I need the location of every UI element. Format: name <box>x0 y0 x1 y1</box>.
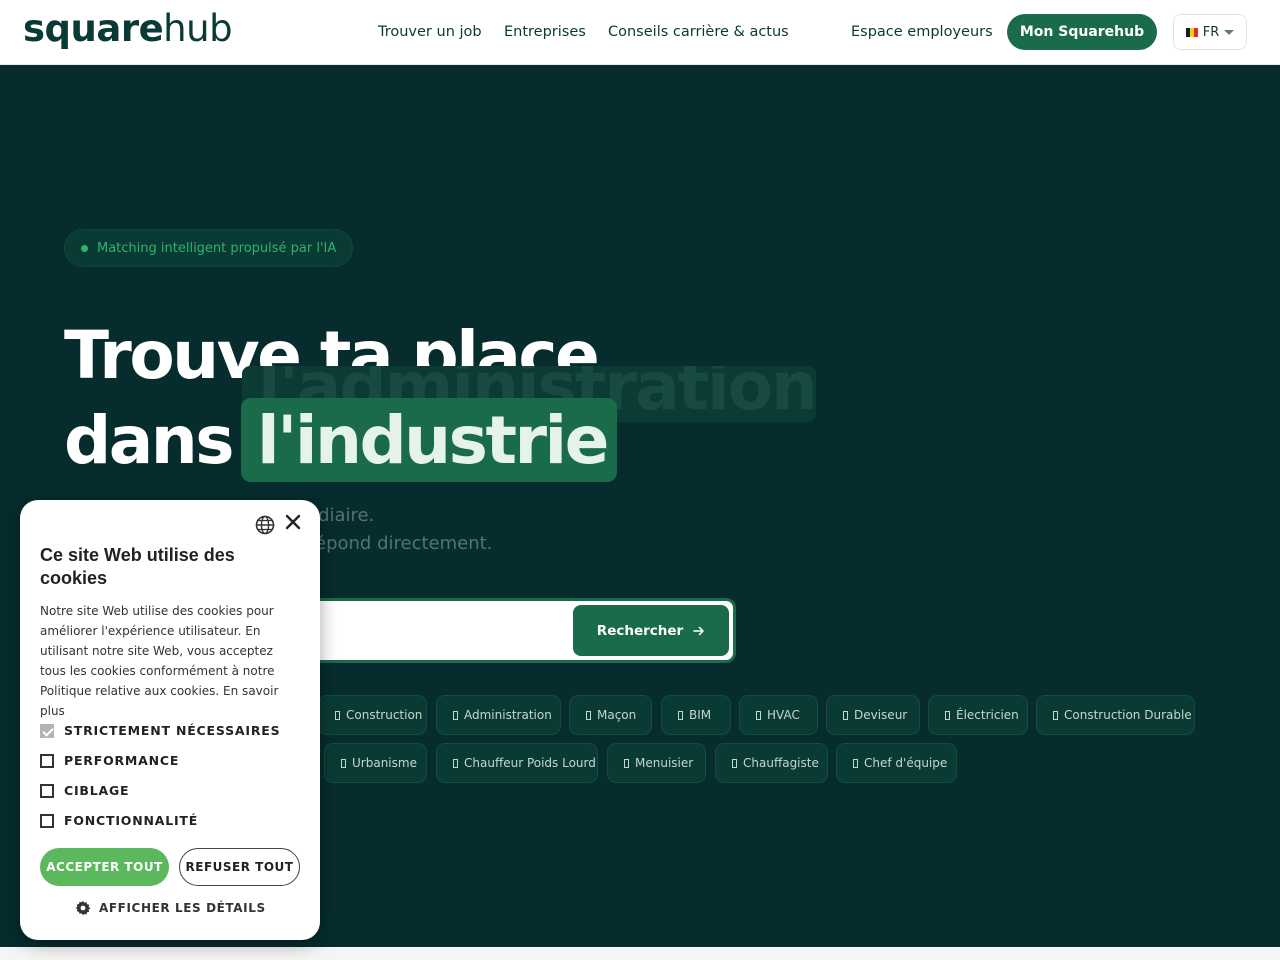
cookie-option-targeting[interactable]: CIBLAGE <box>40 783 129 798</box>
language-selector[interactable]: FR <box>1173 14 1247 50</box>
chevron-down-icon <box>1224 29 1235 35</box>
category-icon <box>586 710 591 720</box>
category-icon <box>453 758 458 768</box>
category-icon <box>732 758 737 768</box>
category-icon <box>1053 710 1058 720</box>
mon-squarehub-button[interactable]: Mon Squarehub <box>1007 14 1157 50</box>
cookie-description: Notre site Web utilise des cookies pour … <box>40 604 279 718</box>
language-label: FR <box>1202 24 1220 40</box>
chip-label: Construction <box>346 708 423 722</box>
cookie-title: Ce site Web utilise des cookies <box>40 545 235 588</box>
chip-label: Maçon <box>597 708 637 722</box>
category-icon <box>453 710 458 720</box>
chip-label: Construction Durable <box>1064 708 1192 722</box>
functionality-checkbox[interactable] <box>40 813 54 828</box>
chip-label: HVAC <box>767 708 800 722</box>
cookie-option-label: STRICTEMENT NÉCESSAIRES <box>64 723 281 738</box>
category-icon <box>756 710 761 720</box>
category-icon <box>341 758 346 768</box>
arrow-right-icon <box>693 626 704 635</box>
accept-all-button[interactable]: ACCEPTER TOUT <box>40 848 169 886</box>
chip-label: Chauffeur Poids Lourd <box>464 756 596 770</box>
targeting-checkbox[interactable] <box>40 783 54 798</box>
cookie-option-strictly-necessary[interactable]: STRICTEMENT NÉCESSAIRES <box>40 723 280 738</box>
show-details-link[interactable]: AFFICHER LES DÉTAILS <box>75 900 266 916</box>
ai-matching-badge: Matching intelligent propulsé par l'IA <box>64 229 354 267</box>
cookie-option-label: FONCTIONNALITÉ <box>64 813 199 828</box>
chip-menuisier[interactable]: Menuisier <box>607 743 706 783</box>
cookie-option-functionality[interactable]: FONCTIONNALITÉ <box>40 813 198 828</box>
cookie-option-label: PERFORMANCE <box>64 753 180 768</box>
close-icon[interactable] <box>284 513 302 531</box>
chip-label: Deviseur <box>854 708 908 722</box>
gear-icon <box>75 900 91 916</box>
category-icon <box>843 710 848 720</box>
chip-label: Menuisier <box>635 756 694 770</box>
category-icon <box>624 758 629 768</box>
chip-urbanisme[interactable]: Urbanisme <box>324 743 427 783</box>
nav-conseils-carriere[interactable]: Conseils carrière & actus <box>608 22 789 42</box>
logo-text-light: hub <box>163 7 233 50</box>
cookie-option-performance[interactable]: PERFORMANCE <box>40 753 179 768</box>
show-details-label: AFFICHER LES DÉTAILS <box>99 901 266 915</box>
cookie-consent-dialog: Ce site Web utilise des cookies Notre si… <box>20 500 320 940</box>
chip-construction[interactable]: Construction <box>318 695 427 735</box>
refuse-all-button[interactable]: REFUSER TOUT <box>179 848 300 886</box>
chip-chauffeur-poids-lourd[interactable]: Chauffeur Poids Lourd <box>436 743 598 783</box>
search-button[interactable]: Rechercher <box>573 605 729 656</box>
chip-bim[interactable]: BIM <box>661 695 731 735</box>
status-dot-icon <box>81 244 88 252</box>
chip-label: Chauffagiste <box>743 756 819 770</box>
logo-text-bold: square <box>23 7 164 50</box>
chip-label: BIM <box>689 708 712 722</box>
nav-espace-employeurs[interactable]: Espace employeurs <box>851 22 993 42</box>
chip-electricien[interactable]: Électricien <box>928 695 1028 735</box>
strictly-necessary-checkbox[interactable] <box>40 723 54 738</box>
category-icon <box>945 710 950 720</box>
category-icon <box>335 710 340 720</box>
flag-be-icon <box>1185 27 1198 37</box>
chip-label: Chef d'équipe <box>864 756 948 770</box>
performance-checkbox[interactable] <box>40 753 54 768</box>
chip-label: Urbanisme <box>352 756 417 770</box>
globe-icon[interactable] <box>255 515 275 535</box>
nav-entreprises[interactable]: Entreprises <box>504 22 586 42</box>
chip-administration[interactable]: Administration <box>436 695 561 735</box>
logo[interactable]: squarehub <box>23 6 233 52</box>
rotating-word: l'industrie <box>257 402 609 479</box>
page-bottom-strip <box>0 947 1280 960</box>
chip-macon[interactable]: Maçon <box>569 695 652 735</box>
site-header: squarehub Trouver un job Entreprises Con… <box>0 0 1280 65</box>
chip-label: Électricien <box>956 708 1019 722</box>
chip-chef-d-equipe[interactable]: Chef d'équipe <box>836 743 957 783</box>
category-icon <box>853 758 858 768</box>
nav-trouver-un-job[interactable]: Trouver un job <box>378 22 482 42</box>
chip-hvac[interactable]: HVAC <box>739 695 818 735</box>
chip-chauffagiste[interactable]: Chauffagiste <box>715 743 828 783</box>
badge-label: Matching intelligent propulsé par l'IA <box>97 240 337 256</box>
hero-title-prefix: dans <box>64 402 235 479</box>
chip-construction-durable[interactable]: Construction Durable <box>1036 695 1195 735</box>
category-icon <box>678 710 683 720</box>
chip-deviseur[interactable]: Deviseur <box>826 695 920 735</box>
chip-label: Administration <box>464 708 552 722</box>
search-button-label: Rechercher <box>596 622 684 639</box>
cookie-option-label: CIBLAGE <box>64 783 130 798</box>
